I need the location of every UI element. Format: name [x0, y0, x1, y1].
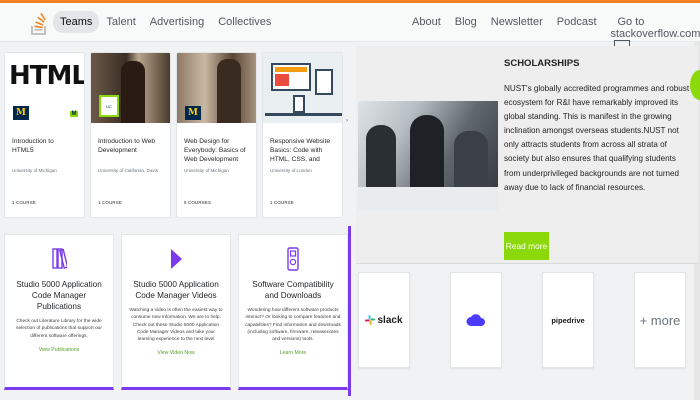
course-thumbnail: [263, 53, 342, 123]
carousel-next-icon[interactable]: ›: [346, 118, 348, 124]
devices-illustration-desk: [265, 113, 342, 116]
more-integrations-tile[interactable]: + more: [634, 272, 686, 368]
devices-illustration-screen: [275, 67, 307, 72]
students-photo-figure: [366, 125, 396, 195]
course-title: Introduction to HTML5: [12, 138, 54, 154]
view-publications-link[interactable]: View Publications: [5, 347, 113, 353]
slack-tile[interactable]: slack: [358, 272, 410, 368]
course-university: University of California, Davis: [98, 168, 158, 173]
scholarship-body: NUST's globally accredited programmes an…: [504, 84, 690, 192]
course-count: 1 COURSE: [98, 200, 123, 205]
course-title: Introduction to Web Development: [98, 138, 156, 154]
card-description: Wondering how different software product…: [245, 308, 341, 343]
scholarship-panel: SCHOLARSHIPS NUST's globally accredited …: [356, 46, 698, 264]
devices-illustration-tablet: [315, 69, 333, 95]
purple-accent-bar: [348, 226, 351, 396]
view-video-link[interactable]: View Video Now: [122, 350, 230, 356]
resource-card: Studio 5000 Application Code Manager Pub…: [4, 234, 114, 390]
scholarship-heading: SCHOLARSHIPS: [504, 58, 580, 69]
stackoverflow-logo-icon[interactable]: [31, 11, 47, 35]
devices-illustration-phone: [293, 95, 305, 113]
course-university: University of Michigan: [184, 168, 229, 173]
course-count: 1 COURSE: [12, 200, 37, 205]
nav-advertising[interactable]: Advertising: [143, 11, 211, 33]
person-photo: [121, 61, 145, 123]
students-photo: [358, 101, 498, 211]
card-title: Studio 5000 Application Code Manager Vid…: [133, 280, 219, 300]
card-description: Watching a video is often the easiest wa…: [129, 308, 223, 343]
course-card[interactable]: Responsive Website Basics: Code with HTM…: [262, 52, 343, 218]
pipedrive-logo: pipedrive: [551, 315, 585, 325]
course-title: Web Design for Everybody: Basics of Web …: [184, 138, 246, 163]
course-thumbnail: M: [177, 53, 256, 123]
learn-more-link[interactable]: Learn More: [239, 350, 347, 356]
resource-card: Software Compatibility and Downloads Won…: [238, 234, 348, 390]
resource-card: Studio 5000 Application Code Manager Vid…: [121, 234, 231, 390]
course-title: Responsive Website Basics: Code with HTM…: [270, 138, 330, 163]
michigan-logo-small: M: [70, 111, 78, 117]
publications-icon: [52, 248, 67, 269]
read-more-button[interactable]: Read more: [504, 232, 549, 260]
cloud-icon: [466, 314, 485, 326]
play-icon: [171, 249, 182, 269]
nav-talent[interactable]: Talent: [99, 11, 142, 33]
slack-logo: slack: [365, 314, 403, 326]
course-count: 1 COURSE: [270, 200, 295, 205]
html-thumb-text: HTML: [9, 61, 84, 91]
ucdavis-logo: UC DAVIS: [99, 95, 119, 117]
top-navigation-bar: Teams Talent Advertising Collectives Abo…: [0, 0, 700, 52]
course-thumbnail: HTML M M: [5, 53, 84, 123]
more-label: + more: [639, 312, 681, 328]
slack-wordmark: slack: [377, 314, 403, 326]
card-title: Studio 5000 Application Code Manager Pub…: [16, 280, 102, 311]
slack-icon: [365, 315, 376, 325]
course-university: University of London: [270, 168, 312, 173]
course-thumbnail: UC DAVIS: [91, 53, 170, 123]
michigan-logo: M: [13, 106, 29, 120]
course-count: 5 COURSES: [184, 200, 212, 205]
course-card[interactable]: UC DAVIS Introduction to Web Development…: [90, 52, 171, 218]
michigan-logo: M: [185, 106, 201, 120]
course-card[interactable]: M Web Design for Everybody: Basics of We…: [176, 52, 257, 218]
students-photo-desk: [358, 187, 498, 211]
course-university: University of Michigan: [12, 168, 57, 173]
resource-cards: Studio 5000 Application Code Manager Pub…: [4, 234, 350, 392]
download-device-icon: [287, 247, 299, 271]
person-photo: [217, 59, 241, 123]
card-description: Check out Literature Library for the wid…: [16, 319, 102, 339]
students-photo-figure-2: [410, 115, 444, 195]
pipedrive-tile[interactable]: pipedrive: [542, 272, 594, 368]
integration-logos: slack pipedrive + more: [356, 272, 696, 372]
nav-collectives[interactable]: Collectives: [211, 11, 278, 33]
card-title: Software Compatibility and Downloads: [252, 280, 334, 300]
devices-illustration-panel: [275, 74, 289, 86]
course-carousel: HTML M M Introduction to HTML5 Universit…: [4, 52, 346, 218]
nav-teams[interactable]: Teams: [53, 11, 100, 33]
cloud-tile[interactable]: [450, 272, 502, 368]
course-card[interactable]: HTML M M Introduction to HTML5 Universit…: [4, 52, 85, 218]
